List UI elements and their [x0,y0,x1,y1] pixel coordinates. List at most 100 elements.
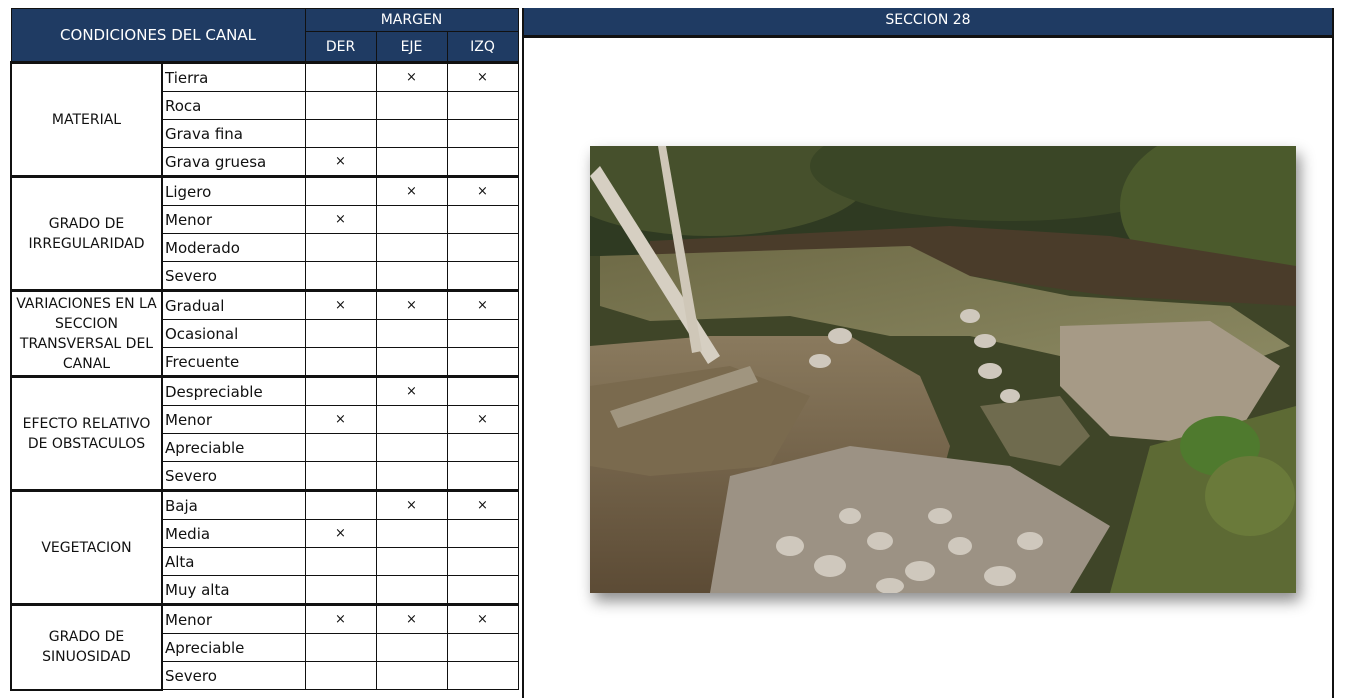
mark-cell-der [304,633,377,662]
option-label: Ligero [161,175,306,206]
mark-cell-izq [446,575,519,605]
table-row: MATERIAL Tierra × × [10,61,519,178]
mark-cell-der [304,347,377,377]
mark-cell-der [304,433,377,462]
option-label: Menor [161,603,306,634]
mark-cell-der: × [304,147,377,177]
mark-cell-eje: × [375,289,448,320]
option-label: Gradual [161,289,306,320]
option-label: Menor [161,405,306,434]
mark-cell-izq: × [446,603,519,634]
mark-cell-der [304,61,377,92]
mark-cell-izq: × [446,61,519,92]
mark-cell-der: × [304,519,377,548]
mark-cell-eje: × [375,603,448,634]
group-label: VARIACIONES EN LA SECCION TRANSVERSAL DE… [10,289,163,378]
mark-cell-der [304,91,377,120]
mark-cell-der: × [304,603,377,634]
option-label: Roca [161,91,306,120]
mark-cell-eje [375,205,448,234]
mark-cell-izq: × [446,289,519,320]
table-row: VEGETACION Baja × × [10,489,519,606]
mark-cell-eje [375,661,448,690]
mark-cell-der: × [304,289,377,320]
mark-cell-izq [446,319,519,348]
group-label: VEGETACION [10,489,163,606]
option-label: Apreciable [161,633,306,662]
mark-cell-eje [375,119,448,148]
mark-cell-eje [375,261,448,291]
option-label: Severo [161,461,306,491]
option-label: Ocasional [161,319,306,348]
mark-cell-izq [446,233,519,262]
option-label: Severo [161,261,306,291]
group-label: GRADO DE SINUOSIDAD [10,603,163,691]
mark-cell-eje [375,547,448,576]
mark-cell-eje [375,91,448,120]
option-label: Severo [161,661,306,690]
mark-cell-der [304,233,377,262]
option-label: Grava fina [161,119,306,148]
mark-cell-der [304,119,377,148]
mark-cell-izq [446,547,519,576]
section-title: SECCION 28 [524,8,1332,38]
mark-cell-eje [375,461,448,491]
mark-cell-izq [446,633,519,662]
mark-cell-eje: × [375,375,448,406]
mark-cell-eje [375,319,448,348]
table-row: VARIACIONES EN LA SECCION TRANSVERSAL DE… [10,289,519,378]
option-label: Media [161,519,306,548]
conditions-body: MATERIAL Tierra × × Roca Grava fina Grava grue… [10,61,519,691]
mark-cell-izq [446,519,519,548]
channel-conditions-table: CONDICIONES DEL CANAL MARGEN DER EJE IZQ… [10,8,519,691]
mark-cell-izq [446,347,519,377]
option-label: Menor [161,205,306,234]
conditions-header: CONDICIONES DEL CANAL [10,8,306,63]
mark-cell-izq [446,147,519,177]
table-row: EFECTO RELATIVO DE OBSTACULOS Despreciabl… [10,375,519,492]
mark-cell-der [304,175,377,206]
column-header-der: DER [304,31,377,63]
option-label: Frecuente [161,347,306,377]
mark-cell-der [304,661,377,690]
mark-cell-eje: × [375,175,448,206]
channel-photo [590,146,1296,593]
option-label: Moderado [161,233,306,262]
mark-cell-eje [375,233,448,262]
mark-cell-izq [446,433,519,462]
option-label: Tierra [161,61,306,92]
group-label: GRADO DE IRREGULARIDAD [10,175,163,292]
mark-cell-eje [375,347,448,377]
mark-cell-der: × [304,205,377,234]
mark-cell-eje: × [375,61,448,92]
mark-cell-der [304,575,377,605]
mark-cell-der [304,375,377,406]
mark-cell-eje: × [375,489,448,520]
mark-cell-eje [375,633,448,662]
mark-cell-der [304,489,377,520]
group-label: EFECTO RELATIVO DE OBSTACULOS [10,375,163,492]
mark-cell-izq: × [446,175,519,206]
mark-cell-izq [446,661,519,690]
margin-header: MARGEN [304,8,519,32]
mark-cell-der [304,461,377,491]
option-label: Baja [161,489,306,520]
mark-cell-eje [375,575,448,605]
option-label: Alta [161,547,306,576]
option-label: Apreciable [161,433,306,462]
section-panel: SECCION 28 [522,8,1334,698]
option-label: Grava gruesa [161,147,306,177]
option-label: Muy alta [161,575,306,605]
mark-cell-izq: × [446,405,519,434]
table-row: GRADO DE IRREGULARIDAD Ligero × × [10,175,519,292]
mark-cell-izq [446,375,519,406]
mark-cell-eje [375,147,448,177]
column-header-eje: EJE [375,31,448,63]
mark-cell-eje [375,405,448,434]
mark-cell-izq [446,205,519,234]
mark-cell-eje [375,519,448,548]
mark-cell-izq [446,119,519,148]
table-row: GRADO DE SINUOSIDAD Menor × × × [10,603,519,691]
mark-cell-der: × [304,405,377,434]
mark-cell-izq [446,261,519,291]
